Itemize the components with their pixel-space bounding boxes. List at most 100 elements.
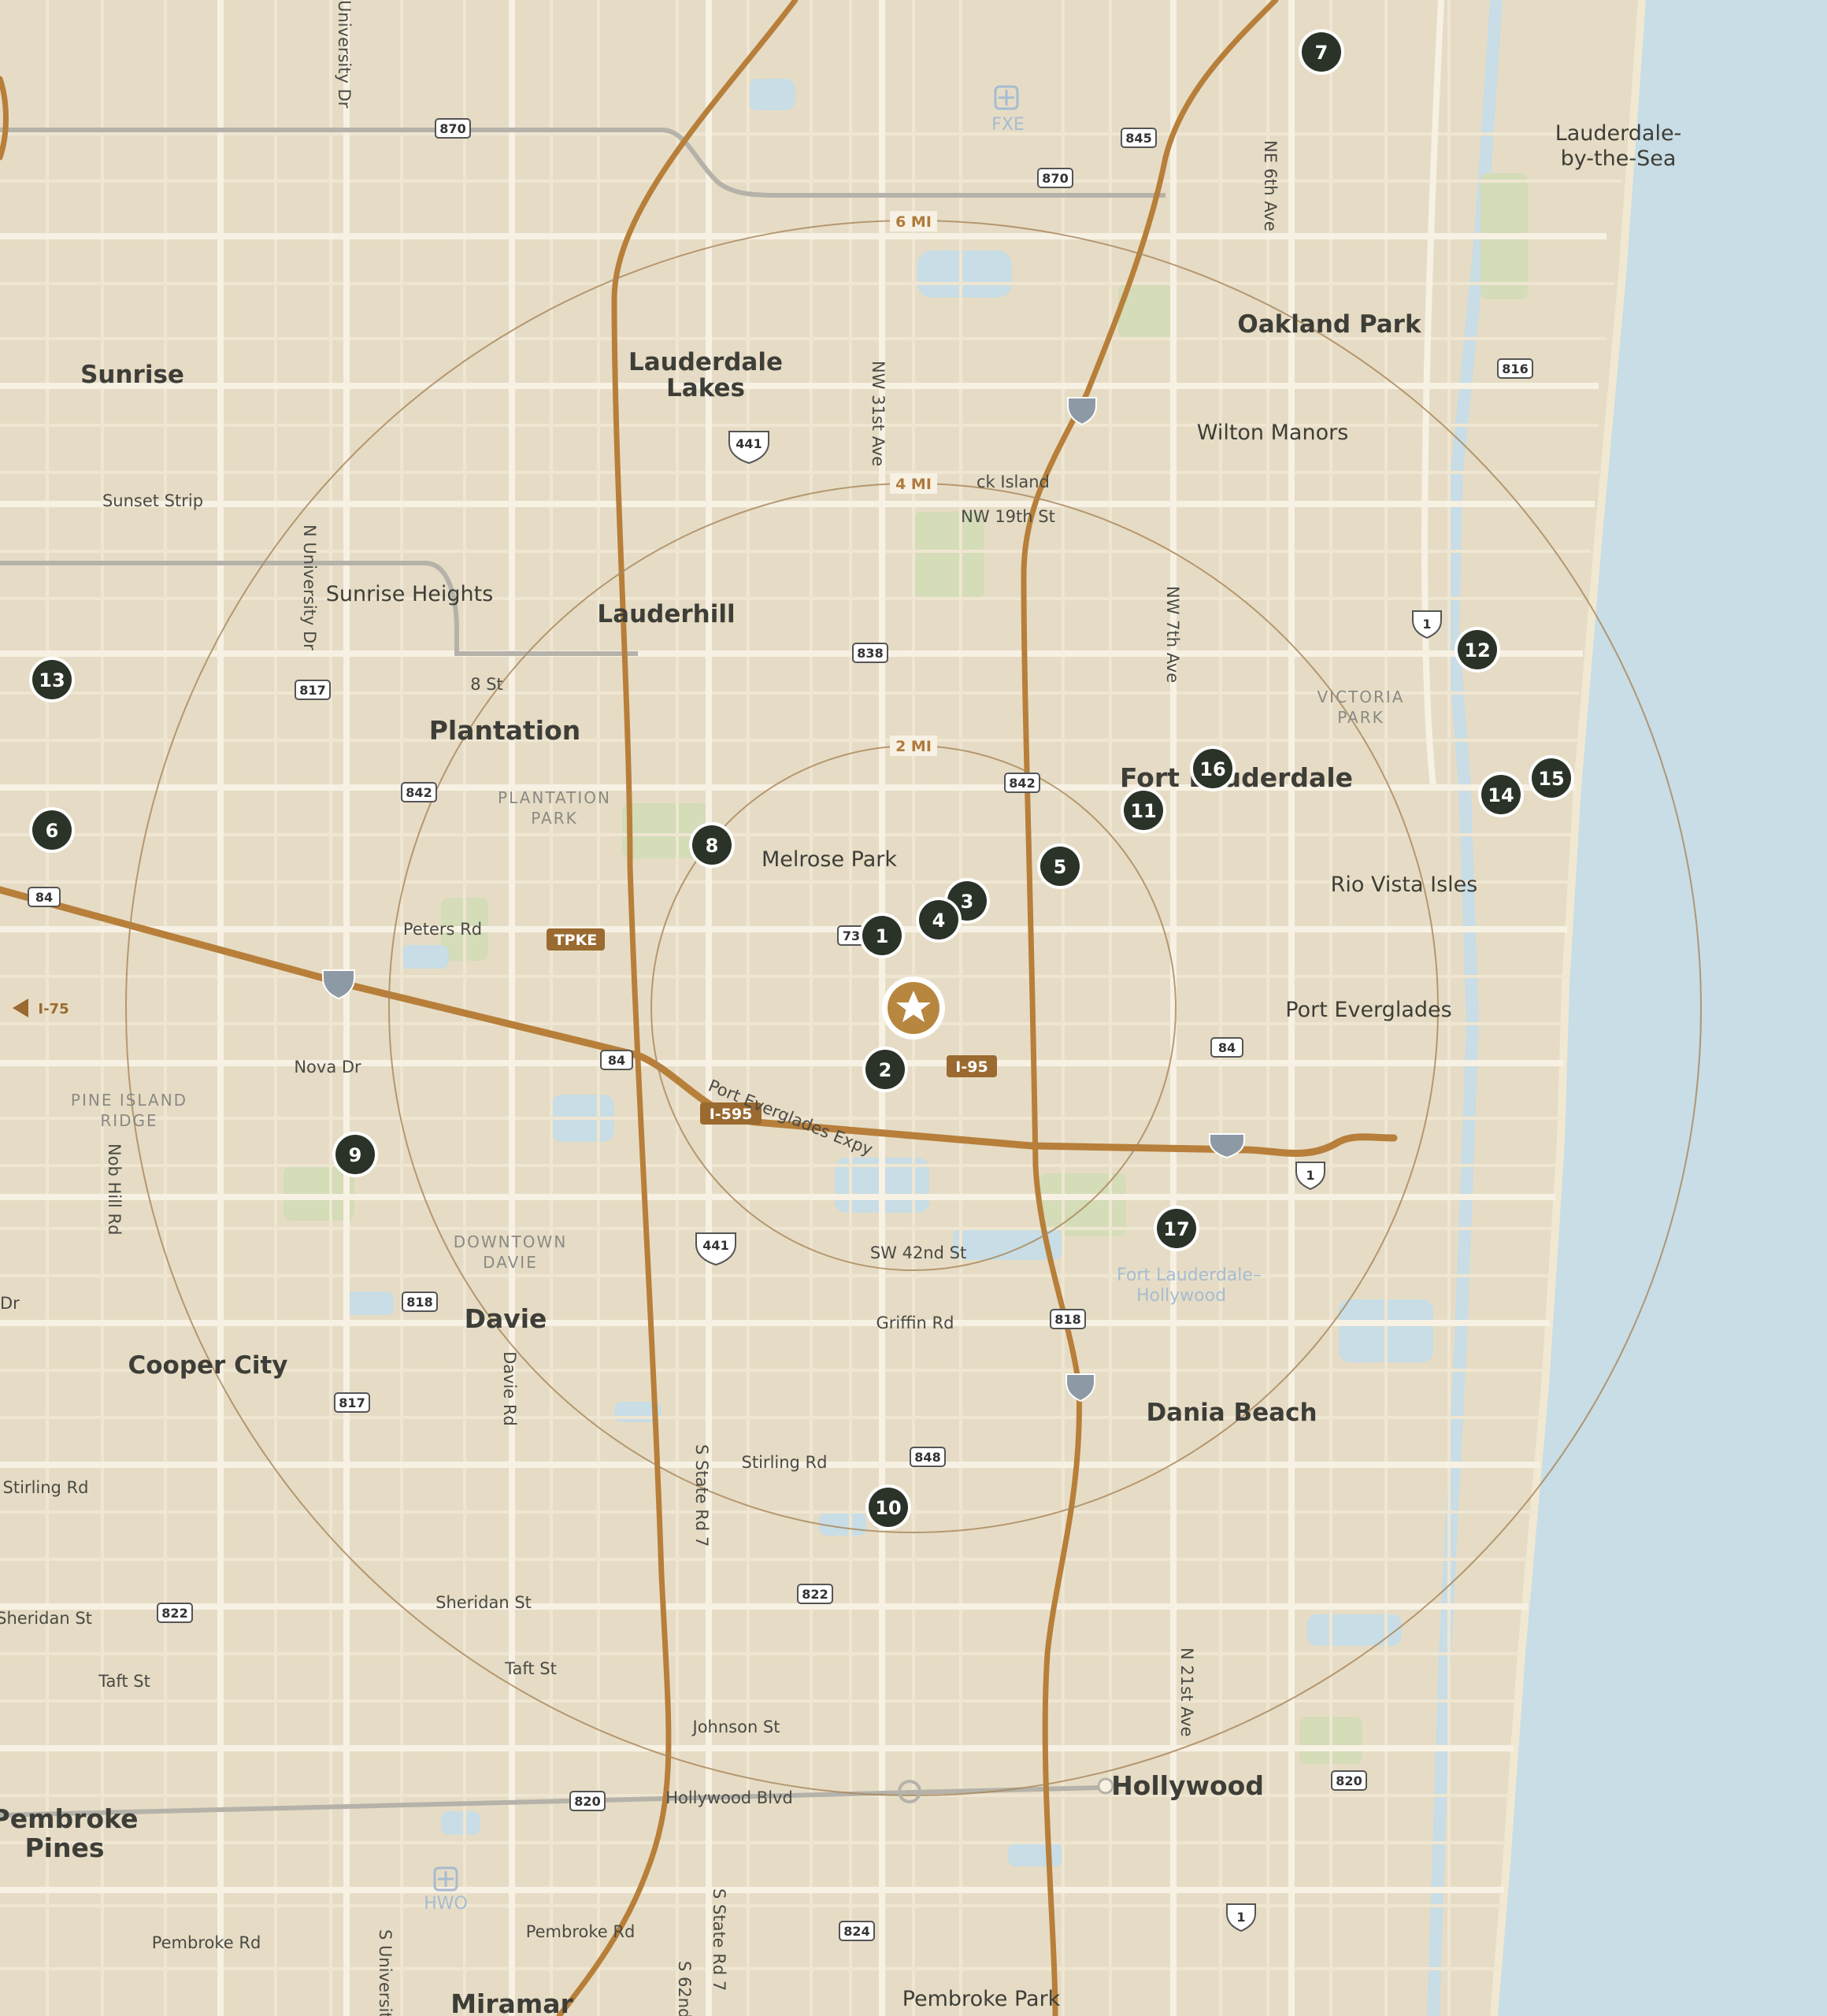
svg-text:816: 816: [1502, 361, 1528, 376]
label-davie: Davie: [465, 1303, 547, 1334]
marker-6[interactable]: 6: [29, 807, 75, 853]
svg-text:S State Rd 7: S State Rd 7: [692, 1444, 711, 1547]
shield-84-west: 84: [28, 887, 61, 907]
ring-label-6mi: 6 MI: [890, 211, 937, 232]
shield-820-west: 820: [569, 1791, 606, 1811]
marker-12[interactable]: 12: [1455, 627, 1500, 673]
svg-text:Dr: Dr: [0, 1294, 20, 1313]
shield-824: 824: [839, 1921, 875, 1941]
marker-5[interactable]: 5: [1037, 843, 1083, 889]
svg-text:Pembroke Rd: Pembroke Rd: [152, 1933, 261, 1952]
svg-text:Hollywood Blvd: Hollywood Blvd: [665, 1788, 793, 1807]
highway-tag-i95: I-95: [947, 1055, 997, 1077]
svg-text:15: 15: [1538, 768, 1564, 790]
marker-14[interactable]: 14: [1478, 772, 1524, 817]
marker-16[interactable]: 16: [1190, 746, 1236, 791]
svg-text:73: 73: [843, 928, 860, 943]
marker-9[interactable]: 9: [332, 1132, 378, 1177]
svg-text:84: 84: [35, 890, 53, 905]
marker-15[interactable]: 15: [1529, 755, 1574, 801]
svg-text:870: 870: [439, 121, 465, 136]
shield-842-west: 842: [401, 782, 437, 802]
marker-2[interactable]: 2: [862, 1047, 908, 1092]
svg-text:1: 1: [876, 925, 889, 947]
label-sunset-strip: Sunset Strip: [102, 491, 203, 510]
shield-870-east: 870: [1037, 168, 1073, 188]
marker-10[interactable]: 10: [865, 1484, 911, 1530]
svg-text:S 62nd: S 62nd: [675, 1961, 694, 2016]
label-melrose-park: Melrose Park: [762, 847, 897, 872]
svg-text:S State Rd 7: S State Rd 7: [710, 1888, 728, 1991]
svg-text:FXE: FXE: [991, 115, 1025, 135]
svg-text:N 21st Ave: N 21st Ave: [1177, 1647, 1196, 1736]
svg-text:10: 10: [875, 1497, 901, 1519]
svg-text:2: 2: [879, 1059, 892, 1081]
svg-text:842: 842: [1009, 776, 1035, 791]
shield-817-south: 817: [334, 1392, 370, 1413]
label-city-island: ck Island: [976, 472, 1050, 491]
svg-text:N University Dr: N University Dr: [300, 524, 319, 650]
svg-text:Pembroke Rd: Pembroke Rd: [526, 1922, 636, 1941]
svg-text:441: 441: [736, 436, 762, 451]
svg-text:870: 870: [1042, 171, 1068, 186]
shield-820-east: 820: [1331, 1770, 1367, 1791]
svg-text:14: 14: [1488, 784, 1514, 806]
svg-text:838: 838: [857, 646, 883, 661]
map-canvas[interactable]: 6 MI 4 MI 2 MI 870 870 845 816 441 441 8…: [0, 0, 1827, 2016]
label-wilton-manors: Wilton Manors: [1197, 421, 1349, 445]
svg-text:S Universit: S Universit: [376, 1929, 395, 2016]
shield-845: 845: [1121, 128, 1157, 148]
svg-text:DOWNTOWN: DOWNTOWN: [454, 1232, 568, 1251]
label-lbts-1: Lauderdale-: [1555, 121, 1682, 146]
svg-text:820: 820: [574, 1794, 600, 1809]
svg-text:SW 42nd St: SW 42nd St: [870, 1243, 966, 1262]
shield-84-center: 84: [600, 1050, 633, 1070]
marker-4[interactable]: 4: [916, 897, 962, 943]
label-pembroke-pines-2: Pines: [24, 1833, 104, 1863]
svg-text:Sheridan St: Sheridan St: [435, 1593, 532, 1612]
label-sunrise-heights: Sunrise Heights: [326, 582, 494, 606]
svg-text:DAVIE: DAVIE: [483, 1253, 538, 1272]
svg-text:Nova Dr: Nova Dr: [294, 1058, 361, 1077]
svg-text:RIDGE: RIDGE: [100, 1111, 158, 1130]
shield-818-west: 818: [402, 1292, 438, 1312]
shield-848: 848: [910, 1447, 946, 1467]
svg-text:84: 84: [1218, 1040, 1236, 1055]
svg-text:822: 822: [802, 1587, 828, 1602]
shield-870-west: 870: [435, 118, 471, 139]
ring-label-4mi: 4 MI: [890, 473, 937, 494]
area-map[interactable]: 6 MI 4 MI 2 MI 870 870 845 816 441 441 8…: [0, 0, 1827, 2016]
marker-1[interactable]: 1: [859, 913, 905, 958]
svg-text:University Dr: University Dr: [335, 0, 354, 109]
svg-text:8 St: 8 St: [470, 675, 503, 694]
svg-text:4 MI: 4 MI: [895, 476, 932, 493]
svg-text:NW 31st Ave: NW 31st Ave: [869, 361, 888, 466]
svg-text:84: 84: [608, 1053, 625, 1068]
highway-tag-tpke: TPKE: [547, 928, 605, 951]
svg-text:848: 848: [914, 1450, 940, 1465]
label-dania-beach: Dania Beach: [1146, 1399, 1317, 1427]
svg-text:6 MI: 6 MI: [895, 213, 932, 231]
shield-817-north: 817: [295, 680, 331, 700]
subject-property-marker[interactable]: [882, 976, 945, 1040]
svg-text:Stirling Rd: Stirling Rd: [3, 1478, 89, 1497]
svg-text:11: 11: [1130, 800, 1156, 822]
svg-text:Taft St: Taft St: [98, 1672, 150, 1691]
svg-text:PARK: PARK: [1337, 708, 1384, 727]
label-pembroke-park: Pembroke Park: [902, 1987, 1061, 2011]
marker-13[interactable]: 13: [29, 657, 75, 702]
svg-text:PLANTATION: PLANTATION: [498, 788, 611, 807]
marker-8[interactable]: 8: [689, 822, 735, 868]
label-cooper-city: Cooper City: [128, 1351, 287, 1380]
svg-text:4: 4: [932, 910, 946, 932]
marker-17[interactable]: 17: [1154, 1206, 1199, 1251]
marker-11[interactable]: 11: [1121, 788, 1166, 833]
svg-text:VICTORIA: VICTORIA: [1317, 687, 1405, 706]
svg-text:817: 817: [339, 1395, 365, 1410]
marker-7[interactable]: 7: [1299, 29, 1344, 75]
ring-label-2mi: 2 MI: [890, 736, 937, 756]
svg-text:NW 19th St: NW 19th St: [961, 507, 1055, 526]
svg-text:818: 818: [406, 1295, 432, 1310]
label-oakland-park: Oakland Park: [1237, 310, 1422, 339]
svg-text:TPKE: TPKE: [554, 932, 598, 949]
